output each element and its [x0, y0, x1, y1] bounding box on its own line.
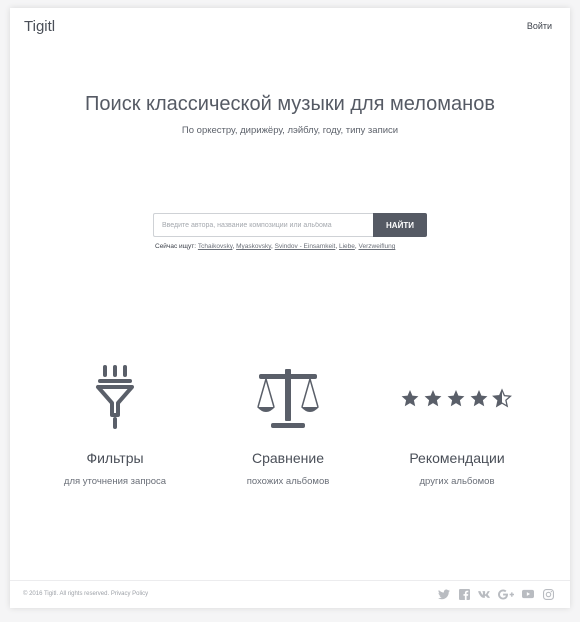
trending-searches: Сейчас ищут: Tchaikovsky, Myaskovsky, Sv… [155, 243, 396, 250]
login-link[interactable]: Войти [527, 21, 552, 31]
youtube-icon[interactable] [522, 588, 534, 600]
search-button[interactable]: НАЙТИ [373, 213, 427, 237]
copyright-text: © 2016 Tigitl. All rights reserved. [23, 591, 110, 597]
privacy-policy-link[interactable]: Privacy Policy [111, 591, 148, 597]
vk-icon[interactable] [478, 588, 490, 600]
feature-description: для уточнения запроса [63, 476, 167, 487]
search-input[interactable] [153, 213, 373, 237]
instagram-icon[interactable] [542, 588, 554, 600]
feature-comparison: Сравнение похожих альбомов [213, 358, 363, 487]
hero-subtitle: По оркестру, дирижёру, лэйблу, году, тип… [181, 125, 399, 136]
feature-title: Рекомендации [409, 450, 505, 466]
trending-link[interactable]: Svindov - Einsamkeit [275, 243, 336, 250]
feature-recommendations: Рекомендации других альбомов [382, 358, 532, 487]
feature-description: похожих альбомов [246, 476, 330, 487]
logo[interactable]: Tigitl [24, 18, 55, 35]
social-links [438, 588, 554, 600]
hero-title: Поиск классической музыки для меломанов [85, 93, 495, 115]
funnel-icon [96, 365, 134, 429]
trending-link[interactable]: Tchaikovsky [198, 243, 233, 250]
feature-description: других альбомов [419, 476, 495, 487]
google-plus-icon[interactable] [498, 588, 514, 600]
twitter-icon[interactable] [438, 588, 450, 600]
trending-label: Сейчас ищут: [155, 243, 197, 250]
footer-divider [10, 580, 570, 581]
trending-link[interactable]: Verzweiflung [359, 243, 396, 250]
feature-title: Фильтры [86, 450, 144, 466]
page-card: Tigitl Войти Поиск классической музыки д… [10, 8, 570, 608]
trending-link[interactable]: Myaskovsky [236, 243, 271, 250]
footer-copyright: © 2016 Tigitl. All rights reserved. Priv… [23, 591, 148, 597]
rating-stars-icon [401, 389, 512, 407]
feature-title: Сравнение [252, 450, 324, 466]
facebook-icon[interactable] [458, 588, 470, 600]
trending-link[interactable]: Liebe [339, 243, 355, 250]
feature-filters: Фильтры для уточнения запроса [40, 358, 190, 487]
search-bar: НАЙТИ [153, 213, 427, 237]
scales-icon [257, 369, 319, 428]
